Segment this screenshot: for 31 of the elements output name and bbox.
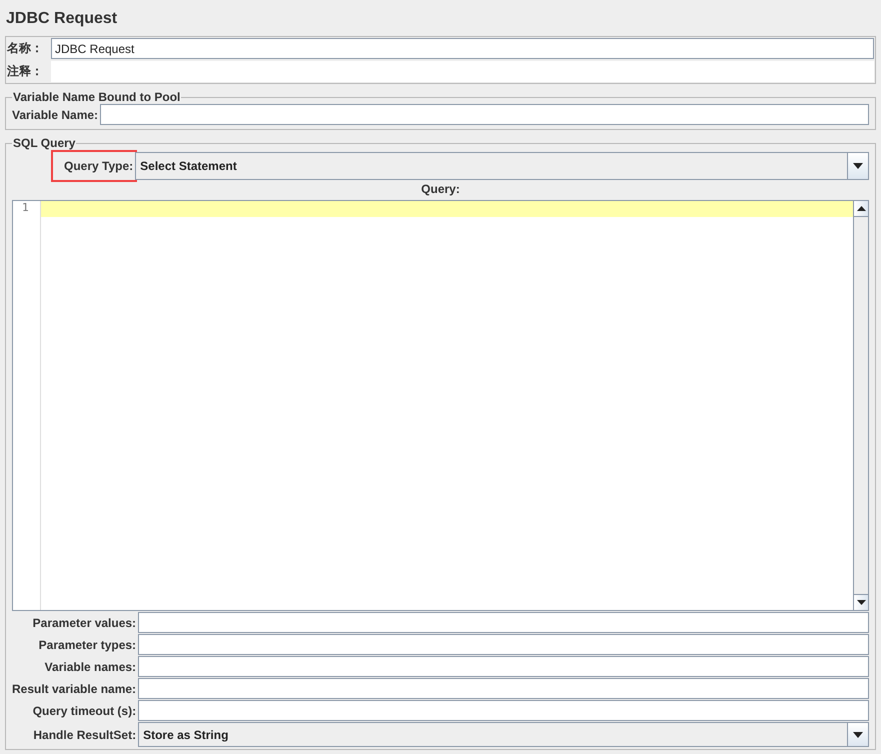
input-field[interactable]: [100, 104, 869, 125]
input-field[interactable]: [138, 634, 869, 655]
scrollbar[interactable]: [853, 201, 868, 610]
line-number: 1: [21, 201, 30, 216]
scroll-down-icon[interactable]: [856, 600, 866, 605]
result-set-dropdown[interactable]: Store as String: [138, 722, 869, 747]
field-label: Query Type:: [64, 159, 134, 173]
field-label: Handle ResultSet:: [32, 728, 136, 742]
panel-title: JDBC Request: [6, 10, 118, 28]
field-label: Parameter values:: [32, 616, 136, 630]
field-label: 名称：: [7, 40, 44, 57]
field-label: Variable names:: [44, 660, 136, 674]
caret-icon: [853, 163, 863, 169]
input-field[interactable]: [138, 700, 869, 721]
input-field[interactable]: [138, 612, 869, 633]
input-field[interactable]: [138, 678, 869, 699]
code-editor[interactable]: 1: [12, 200, 869, 611]
comment-field[interactable]: [51, 61, 874, 82]
field-label: Query timeout (s):: [32, 704, 136, 718]
section-legend: SQL Query: [12, 136, 76, 150]
name-field[interactable]: JDBC Request: [51, 38, 874, 59]
scroll-up-icon[interactable]: [856, 206, 866, 211]
section-legend: Variable Name Bound to Pool: [12, 90, 182, 104]
field-label: 注释：: [7, 63, 44, 80]
field-label: Result variable name:: [12, 682, 136, 696]
query-type-dropdown[interactable]: Select Statement: [135, 152, 869, 180]
caret-icon: [853, 732, 863, 738]
input-field[interactable]: [138, 656, 869, 677]
field-label: Variable Name:: [12, 108, 98, 122]
editor-label: Query:: [420, 182, 461, 196]
field-label: Parameter types:: [38, 638, 136, 652]
